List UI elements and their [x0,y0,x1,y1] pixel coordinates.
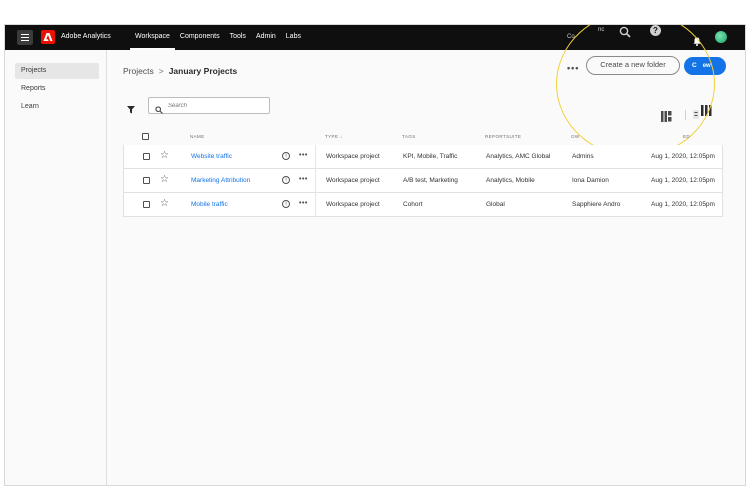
filter-icon[interactable] [127,101,135,119]
project-reportsuite: Analytics, AMC Global [486,153,551,160]
breadcrumb-root[interactable]: Projects [123,66,154,76]
create-new-label-start: C [692,62,697,69]
sidebar-item-learn[interactable]: Learn [15,99,99,115]
project-reportsuite: Analytics, Mobile [486,177,535,184]
nav-labs[interactable]: Labs [281,25,306,50]
table-row[interactable]: ☆ Website traffic i ••• Workspace projec… [123,145,723,169]
top-nav: Workspace Components Tools Admin Labs [130,25,306,50]
list-view-icon[interactable] [693,105,713,124]
project-modified: Aug 1, 2020, 12:05pm [651,177,715,184]
project-owner: Sapphiere Andro [572,201,621,208]
project-type: Workspace project [326,201,380,208]
project-name-link[interactable]: Mobile traffic [191,201,228,208]
project-modified: Aug 1, 2020, 12:05pm [651,201,715,208]
info-icon[interactable]: i [282,152,290,160]
bell-icon[interactable] [693,33,701,51]
search-icon[interactable] [619,25,631,43]
create-folder-button[interactable]: Create a new folder [586,56,680,75]
project-owner: Admins [572,153,594,160]
create-new-label-end: ew [702,63,711,69]
breadcrumb-separator: > [158,66,164,76]
sidebar-item-reports[interactable]: Reports [15,81,99,97]
project-name-link[interactable]: Marketing Attribution [191,177,250,184]
table-header: NAME TYPE ↓ TAGS REPORTSUITE OW ED [123,129,723,145]
project-name-link[interactable]: Website traffic [191,153,232,160]
column-divider [315,193,316,217]
org-switcher-label: nc [598,27,605,33]
app-title: Adobe Analytics [61,33,111,40]
project-type: Workspace project [326,153,380,160]
row-checkbox[interactable] [143,177,150,184]
info-icon[interactable]: i [282,200,290,208]
column-header-tags[interactable]: TAGS [402,134,416,139]
projects-table: NAME TYPE ↓ TAGS REPORTSUITE OW ED ☆ Web… [123,129,723,217]
column-divider [315,169,316,193]
table-row[interactable]: ☆ Mobile traffic i ••• Workspace project… [123,193,723,217]
project-modified: Aug 1, 2020, 12:05pm [651,153,715,160]
avatar[interactable] [715,31,727,43]
project-tags: Cohort [403,201,423,208]
table-row[interactable]: ☆ Marketing Attribution i ••• Workspace … [123,169,723,193]
nav-tools[interactable]: Tools [225,25,251,50]
view-toggle-divider [685,110,686,120]
star-icon[interactable]: ☆ [160,150,169,161]
org-switcher[interactable]: Co [567,34,575,40]
nav-components[interactable]: Components [175,25,225,50]
project-reportsuite: Global [486,201,505,208]
page-title: January Projects [168,66,238,76]
project-tags: KPI, Mobile, Traffic [403,153,458,160]
search-field[interactable] [148,97,270,114]
breadcrumb: Projects > January Projects [123,66,237,76]
column-divider [315,145,316,169]
create-new-button[interactable]: Cew [684,57,726,75]
nav-workspace[interactable]: Workspace [130,25,175,50]
column-header-modified[interactable]: ED [683,134,690,139]
select-all-checkbox[interactable] [142,133,149,140]
info-icon[interactable]: i [282,176,290,184]
row-checkbox[interactable] [143,153,150,160]
project-owner: Iona Damion [572,177,609,184]
column-header-reportsuite[interactable]: REPORTSUITE [485,134,521,139]
card-view-icon[interactable] [661,109,672,127]
help-icon[interactable]: ? [650,25,661,36]
row-more-icon[interactable]: ••• [299,200,308,207]
sidebar-item-projects[interactable]: Projects [15,63,99,79]
more-actions-button[interactable]: ••• [567,63,579,73]
column-header-owner[interactable]: OW [571,134,580,139]
star-icon[interactable]: ☆ [160,174,169,185]
hamburger-menu-icon[interactable] [17,30,33,45]
project-type: Workspace project [326,177,380,184]
search-input[interactable] [168,100,266,112]
project-tags: A/B test, Marketing [403,177,458,184]
nav-admin[interactable]: Admin [251,25,281,50]
column-header-type[interactable]: TYPE ↓ [325,134,343,139]
app-window: Adobe Analytics Workspace Components Too… [4,24,746,486]
column-header-name[interactable]: NAME [190,134,205,139]
row-more-icon[interactable]: ••• [299,152,308,159]
star-icon[interactable]: ☆ [160,198,169,209]
search-icon [155,101,163,119]
top-bar: Adobe Analytics Workspace Components Too… [5,25,745,51]
adobe-logo-icon [41,30,55,44]
row-checkbox[interactable] [143,201,150,208]
row-more-icon[interactable]: ••• [299,176,308,183]
sidebar: Projects Reports Learn [5,50,107,485]
